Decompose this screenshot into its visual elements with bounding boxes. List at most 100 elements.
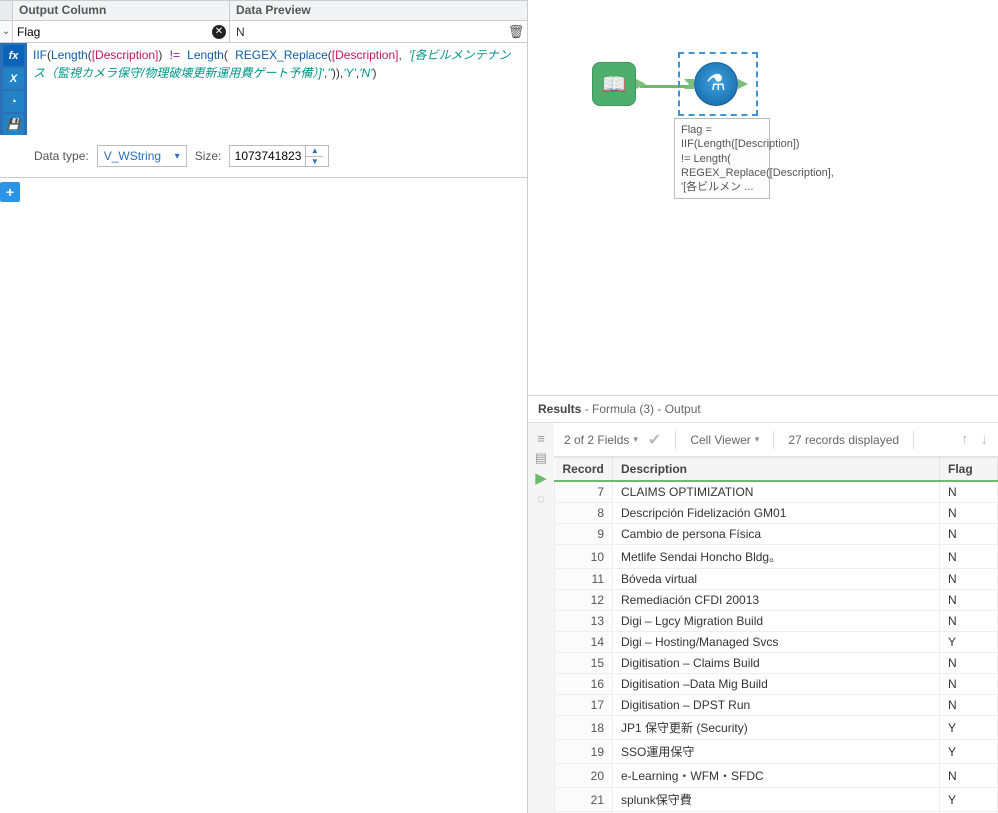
cell-flag: N	[940, 674, 998, 695]
cell-record: 11	[555, 569, 613, 590]
cell-description: SSO運用保守	[613, 740, 940, 764]
cell-description: splunk保守費	[613, 788, 940, 812]
recent-icon[interactable]: ◔	[3, 91, 24, 112]
cell-flag: Y	[940, 716, 998, 740]
cell-flag: Y	[940, 788, 998, 812]
collapse-toggle[interactable]: ⌄	[0, 21, 13, 42]
table-row[interactable]: 21splunk保守費Y	[555, 788, 998, 812]
cell-flag: N	[940, 611, 998, 632]
table-row[interactable]: 18JP1 保守更新 (Security)Y	[555, 716, 998, 740]
add-expression-button[interactable]: +	[0, 182, 20, 202]
size-input-box[interactable]: ▲ ▼	[229, 145, 329, 167]
cell-description: Cambio de persona Física	[613, 524, 940, 545]
results-grid[interactable]: Record Description Flag 7CLAIMS OPTIMIZA…	[554, 457, 998, 813]
cell-record: 7	[555, 481, 613, 503]
table-row[interactable]: 10Metlife Sendai Honcho Bldg。N	[555, 545, 998, 569]
table-row[interactable]: 13Digi – Lgcy Migration BuildN	[555, 611, 998, 632]
save-expression-icon[interactable]: 💾	[3, 114, 24, 135]
fx-functions-icon[interactable]: fx	[3, 45, 24, 66]
formula-tool-icon	[694, 62, 738, 106]
tool-annotation[interactable]: Flag = IIF(Length([Description]) != Leng…	[674, 118, 770, 199]
size-label: Size:	[195, 149, 222, 163]
delete-expression-icon[interactable]: 🗑	[505, 24, 527, 40]
clear-field-icon[interactable]: ✕	[212, 25, 226, 39]
results-data-icon[interactable]: ▶	[533, 471, 549, 485]
cell-description: Bóveda virtual	[613, 569, 940, 590]
data-type-row: Data type: V_WString Size: ▲ ▼	[0, 135, 527, 178]
x-columns-icon[interactable]: X	[3, 68, 24, 89]
cell-record: 13	[555, 611, 613, 632]
table-row[interactable]: 12Remediación CFDI 20013N	[555, 590, 998, 611]
cell-description: e-Learning・WFM・SFDC	[613, 764, 940, 788]
table-row[interactable]: 9Cambio de persona FísicaN	[555, 524, 998, 545]
cell-flag: N	[940, 764, 998, 788]
col-header-record[interactable]: Record	[555, 458, 613, 481]
expression-editor[interactable]: IIF(Length([Description]) != Length( REG…	[27, 43, 527, 135]
input-anchor-icon[interactable]	[684, 79, 694, 89]
formula-config-panel: Output Column Data Preview ⌄ ✕ N 🗑 fx X …	[0, 0, 528, 813]
table-row[interactable]: 8Descripción Fidelización GM01N	[555, 503, 998, 524]
table-row[interactable]: 16Digitisation –Data Mig BuildN	[555, 674, 998, 695]
cell-flag: N	[940, 569, 998, 590]
results-area: ≡ ▤ ▶ ◌ 2 of 2 Fields▾ ✔ Cell Viewer▾	[528, 423, 998, 813]
cell-description: Remediación CFDI 20013	[613, 590, 940, 611]
input-tool-node[interactable]: 📖	[592, 62, 636, 106]
output-column-input[interactable]	[17, 25, 205, 39]
cell-flag: N	[940, 524, 998, 545]
cell-flag: N	[940, 503, 998, 524]
apply-check-icon[interactable]: ✔	[648, 430, 661, 450]
formula-tool-node[interactable]	[694, 62, 738, 106]
size-input[interactable]	[230, 149, 305, 163]
cell-description: Descripción Fidelización GM01	[613, 503, 940, 524]
cell-flag: N	[940, 590, 998, 611]
cell-flag: N	[940, 481, 998, 503]
table-row[interactable]: 15Digitisation – Claims BuildN	[555, 653, 998, 674]
cell-flag: Y	[940, 632, 998, 653]
cell-description: CLAIMS OPTIMIZATION	[613, 481, 940, 503]
col-header-description[interactable]: Description	[613, 458, 940, 481]
cell-flag: Y	[940, 740, 998, 764]
results-menu-icon[interactable]: ≡	[533, 431, 549, 445]
expression-toolbar: fx X ◔ 💾	[0, 43, 27, 135]
cell-description: JP1 保守更新 (Security)	[613, 716, 940, 740]
cell-description: Digi – Hosting/Managed Svcs	[613, 632, 940, 653]
cell-flag: N	[940, 695, 998, 716]
results-title-label: Results	[538, 402, 581, 416]
cell-record: 9	[555, 524, 613, 545]
table-row[interactable]: 7CLAIMS OPTIMIZATIONN	[555, 481, 998, 503]
cell-description: Metlife Sendai Honcho Bldg。	[613, 545, 940, 569]
data-type-dropdown[interactable]: V_WString	[97, 145, 187, 167]
size-step-down-icon[interactable]: ▼	[306, 157, 323, 167]
fields-dropdown[interactable]: 2 of 2 Fields▾	[564, 433, 638, 447]
nav-up-icon[interactable]: ↑	[961, 431, 969, 448]
input-tool-icon: 📖	[592, 62, 636, 106]
output-anchor-icon[interactable]	[738, 79, 748, 89]
table-row[interactable]: 17Digitisation – DPST RunN	[555, 695, 998, 716]
data-preview-value: N	[236, 25, 245, 39]
cell-viewer-dropdown[interactable]: Cell Viewer▾	[690, 433, 759, 447]
nav-down-icon[interactable]: ↓	[981, 431, 989, 448]
cell-record: 14	[555, 632, 613, 653]
results-metadata-icon[interactable]: ◌	[533, 491, 549, 505]
col-header-flag[interactable]: Flag	[940, 458, 998, 481]
size-step-up-icon[interactable]: ▲	[306, 146, 323, 157]
cell-record: 16	[555, 674, 613, 695]
cell-flag: N	[940, 653, 998, 674]
connection-line[interactable]	[640, 85, 692, 88]
results-title-bar: Results - Formula (3) - Output	[528, 396, 998, 423]
header-output-column: Output Column	[13, 1, 230, 20]
table-row[interactable]: 20e-Learning・WFM・SFDCN	[555, 764, 998, 788]
table-row[interactable]: 14Digi – Hosting/Managed SvcsY	[555, 632, 998, 653]
results-title-suffix: - Formula (3) - Output	[585, 402, 701, 416]
results-vertical-toolbar: ≡ ▤ ▶ ◌	[528, 423, 554, 813]
records-summary-label: 27 records displayed	[788, 433, 899, 447]
table-row[interactable]: 19SSO運用保守Y	[555, 740, 998, 764]
table-row[interactable]: 11Bóveda virtualN	[555, 569, 998, 590]
columns-header: Output Column Data Preview	[0, 0, 527, 21]
cell-record: 21	[555, 788, 613, 812]
cell-record: 17	[555, 695, 613, 716]
results-toolbar: 2 of 2 Fields▾ ✔ Cell Viewer▾ 27 records…	[554, 423, 998, 457]
cell-record: 12	[555, 590, 613, 611]
workflow-canvas[interactable]: 📖 Flag = IIF(Length([Description]) != Le…	[528, 0, 998, 396]
results-messages-icon[interactable]: ▤	[533, 451, 549, 465]
